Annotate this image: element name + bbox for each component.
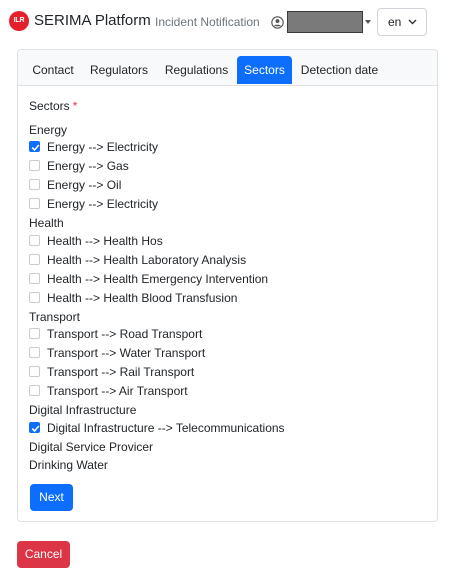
cancel-button[interactable]: Cancel [17,541,70,568]
chevron-down-icon [408,19,417,25]
checkbox-health-laboratory[interactable] [29,254,40,265]
nav-link-incident-notification[interactable]: Incident Notification [155,14,260,30]
option-label[interactable]: Health --> Health Hos [47,234,163,248]
required-marker: * [72,99,78,113]
option-label[interactable]: Health --> Health Laboratory Analysis [47,253,246,267]
option-label[interactable]: Transport --> Road Transport [47,327,202,341]
user-menu-caret-icon[interactable] [365,20,371,24]
checkbox-transport-road[interactable] [29,328,40,339]
option-label[interactable]: Transport --> Water Transport [47,346,205,360]
tab-regulations[interactable]: Regulations [157,56,236,84]
checkbox-transport-air[interactable] [29,385,40,396]
checkbox-transport-water[interactable] [29,347,40,358]
option-label[interactable]: Health --> Health Emergency Intervention [47,272,268,286]
form-tabs: Contact Regulators Regulations Sectors D… [18,50,437,86]
option-label[interactable]: Digital Infrastructure --> Telecommunica… [47,421,285,435]
checkbox-health-blood[interactable] [29,292,40,303]
option-label[interactable]: Energy --> Oil [47,178,121,192]
checkbox-energy-gas[interactable] [29,160,40,171]
option-label[interactable]: Health --> Health Blood Transfusion [47,291,237,305]
user-icon[interactable] [271,16,284,29]
brand-name[interactable]: SERIMA Platform [34,11,151,31]
option-label[interactable]: Energy --> Gas [47,159,129,173]
group-title-energy: Energy [29,123,68,137]
group-title-transport: Transport [29,310,80,324]
checkbox-transport-rail[interactable] [29,366,40,377]
group-title-digital-infrastructure: Digital Infrastructure [29,403,137,417]
sector-form-card: Contact Regulators Regulations Sectors D… [17,49,438,522]
brand-logo[interactable]: ILR [9,11,29,31]
sectors-label-text: Sectors [29,99,70,113]
username-redacted[interactable] [287,11,363,33]
option-label[interactable]: Transport --> Rail Transport [47,365,194,379]
checkmark-icon [31,425,40,433]
checkbox-health-hos[interactable] [29,235,40,246]
option-label[interactable]: Energy --> Electricity [47,140,158,154]
checkbox-digital-telecommunications[interactable] [29,422,40,433]
group-title-digital-service: Digital Service Provicer [29,440,154,454]
checkbox-energy-electricity-2[interactable] [29,198,40,209]
sectors-field-label: Sectors * [29,99,77,113]
top-navbar: ILR SERIMA Platform Incident Notificatio… [0,0,450,44]
next-button[interactable]: Next [30,484,73,511]
checkmark-icon [31,144,40,152]
checkbox-energy-electricity[interactable] [29,141,40,152]
language-select[interactable]: en [377,8,427,36]
language-value: en [388,15,402,29]
tab-sectors[interactable]: Sectors [237,56,292,84]
checkbox-health-emergency[interactable] [29,273,40,284]
option-label[interactable]: Energy --> Electricity [47,197,158,211]
group-title-drinking-water: Drinking Water [29,458,108,472]
tab-detection-date[interactable]: Detection date [294,56,385,84]
tab-regulators[interactable]: Regulators [83,56,155,84]
checkbox-energy-oil[interactable] [29,179,40,190]
option-label[interactable]: Transport --> Air Transport [47,384,188,398]
tab-contact[interactable]: Contact [25,56,81,84]
group-title-health: Health [29,216,64,230]
